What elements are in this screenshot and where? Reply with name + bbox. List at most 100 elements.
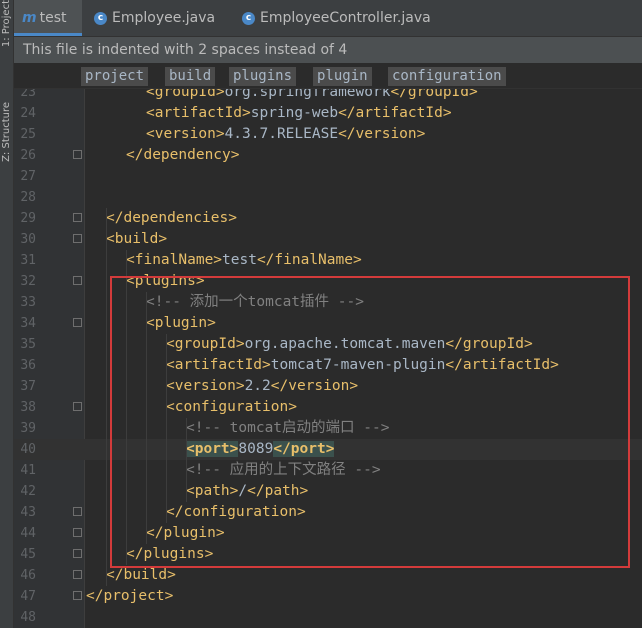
line-number: 39 — [20, 421, 36, 436]
fold-marker-icon[interactable] — [73, 213, 82, 222]
code-text: <build> — [106, 231, 168, 247]
code-line[interactable]: 24 <artifactId>spring-web</artifactId> — [14, 103, 642, 124]
fold-marker-icon[interactable] — [73, 528, 82, 537]
indent-guide — [106, 208, 107, 586]
maven-module-icon: m — [22, 10, 37, 26]
breadcrumb: project build plugins plugin configurati… — [14, 64, 642, 89]
code-line[interactable]: 23 <groupId>org.springframework</groupId> — [14, 89, 642, 103]
code-line[interactable]: 26 </dependency> — [14, 145, 642, 166]
code-text: <port>8089</port> — [186, 441, 335, 457]
line-number: 30 — [20, 232, 36, 247]
line-number: 32 — [20, 274, 36, 289]
left-tool-strip: 1: Project Z: Structure — [0, 0, 14, 628]
line-number: 37 — [20, 379, 36, 394]
code-text: <!-- 添加一个tomcat插件 --> — [146, 294, 364, 310]
indentation-notification: This file is indented with 2 spaces inst… — [14, 37, 642, 63]
code-line[interactable]: 38 <configuration> — [14, 397, 642, 418]
code-line[interactable]: 31 <finalName>test</finalName> — [14, 250, 642, 271]
code-text: </plugin> — [146, 525, 225, 541]
line-number: 46 — [20, 568, 36, 583]
code-line[interactable]: 40 <port>8089</port> — [14, 439, 642, 460]
code-text: </build> — [106, 567, 176, 583]
indent-guide — [146, 292, 147, 544]
editor-tab-bar: m test c Employee.java c EmployeeControl… — [14, 0, 642, 37]
code-line[interactable]: 25 <version>4.3.7.RELEASE</version> — [14, 124, 642, 145]
code-line[interactable]: 36 <artifactId>tomcat7-maven-plugin</arti… — [14, 355, 642, 376]
line-number: 42 — [20, 484, 36, 499]
line-number: 40 — [20, 442, 36, 457]
fold-marker-icon[interactable] — [73, 402, 82, 411]
code-text: </configuration> — [166, 504, 306, 520]
tab-test[interactable]: m test — [14, 0, 82, 36]
code-line[interactable]: 32 <plugins> — [14, 271, 642, 292]
breadcrumb-build[interactable]: build — [165, 67, 216, 86]
code-line[interactable]: 34 <plugin> — [14, 313, 642, 334]
line-number: 36 — [20, 358, 36, 373]
code-editor[interactable]: 23 <groupId>org.springframework</groupId>… — [14, 89, 642, 628]
tab-label: test — [39, 10, 67, 26]
code-text: <plugin> — [146, 315, 216, 331]
code-text: </dependency> — [126, 147, 240, 163]
code-text: <configuration> — [166, 399, 297, 415]
line-number: 34 — [20, 316, 36, 331]
java-class-icon: c — [242, 11, 255, 25]
line-number: 27 — [20, 169, 36, 184]
code-line[interactable]: 48 — [14, 607, 642, 628]
code-text: </project> — [86, 588, 174, 604]
code-line[interactable]: 41 <!-- 应用的上下文路径 --> — [14, 460, 642, 481]
code-text: <version>2.2</version> — [166, 378, 359, 394]
code-text: <artifactId>spring-web</artifactId> — [146, 105, 452, 121]
code-text: </dependencies> — [106, 210, 237, 226]
code-line[interactable]: 30 <build> — [14, 229, 642, 250]
fold-marker-icon[interactable] — [73, 234, 82, 243]
fold-marker-icon[interactable] — [73, 507, 82, 516]
code-line[interactable]: 37 <version>2.2</version> — [14, 376, 642, 397]
code-line[interactable]: 29 </dependencies> — [14, 208, 642, 229]
line-number: 23 — [20, 89, 36, 100]
structure-tool-button[interactable]: Z: Structure — [1, 102, 12, 162]
line-number: 28 — [20, 190, 36, 205]
code-line[interactable]: 27 — [14, 166, 642, 187]
breadcrumb-plugins[interactable]: plugins — [229, 67, 297, 86]
code-line[interactable]: 33 <!-- 添加一个tomcat插件 --> — [14, 292, 642, 313]
code-text: <path>/</path> — [186, 483, 309, 499]
code-line[interactable]: 46 </build> — [14, 565, 642, 586]
code-line[interactable]: 45 </plugins> — [14, 544, 642, 565]
breadcrumb-project[interactable]: project — [81, 67, 149, 86]
line-number: 31 — [20, 253, 36, 268]
code-text: <finalName>test</finalName> — [126, 252, 362, 268]
fold-marker-icon[interactable] — [73, 591, 82, 600]
code-text: <!-- tomcat启动的端口 --> — [186, 420, 390, 436]
tab-label: EmployeeController.java — [260, 10, 431, 26]
code-line[interactable]: 43 </configuration> — [14, 502, 642, 523]
code-text: <plugins> — [126, 273, 205, 289]
indent-guide — [166, 334, 167, 523]
tab-employeecontroller-java[interactable]: c EmployeeController.java — [242, 0, 442, 36]
line-number: 44 — [20, 526, 36, 541]
code-line[interactable]: 42 <path>/</path> — [14, 481, 642, 502]
code-line[interactable]: 35 <groupId>org.apache.tomcat.maven</grou… — [14, 334, 642, 355]
line-number: 43 — [20, 505, 36, 520]
code-line[interactable]: 44 </plugin> — [14, 523, 642, 544]
code-text: <groupId>org.springframework</groupId> — [146, 89, 478, 100]
fold-marker-icon[interactable] — [73, 150, 82, 159]
line-number: 35 — [20, 337, 36, 352]
line-number: 47 — [20, 589, 36, 604]
code-text: <groupId>org.apache.tomcat.maven</groupI… — [166, 336, 533, 352]
code-line[interactable]: 39 <!-- tomcat启动的端口 --> — [14, 418, 642, 439]
fold-marker-icon[interactable] — [73, 549, 82, 558]
code-line[interactable]: 47 </project> — [14, 586, 642, 607]
indent-guide — [186, 418, 187, 502]
tab-employee-java[interactable]: c Employee.java — [94, 0, 234, 36]
fold-marker-icon[interactable] — [73, 570, 82, 579]
code-text: </plugins> — [126, 546, 214, 562]
breadcrumb-plugin[interactable]: plugin — [313, 67, 372, 86]
line-number: 48 — [20, 610, 36, 625]
code-line[interactable]: 28 — [14, 187, 642, 208]
tab-label: Employee.java — [112, 10, 216, 26]
project-tool-button[interactable]: 1: Project — [1, 0, 12, 47]
fold-marker-icon[interactable] — [73, 276, 82, 285]
line-number: 29 — [20, 211, 36, 226]
breadcrumb-configuration[interactable]: configuration — [388, 67, 506, 86]
fold-marker-icon[interactable] — [73, 318, 82, 327]
